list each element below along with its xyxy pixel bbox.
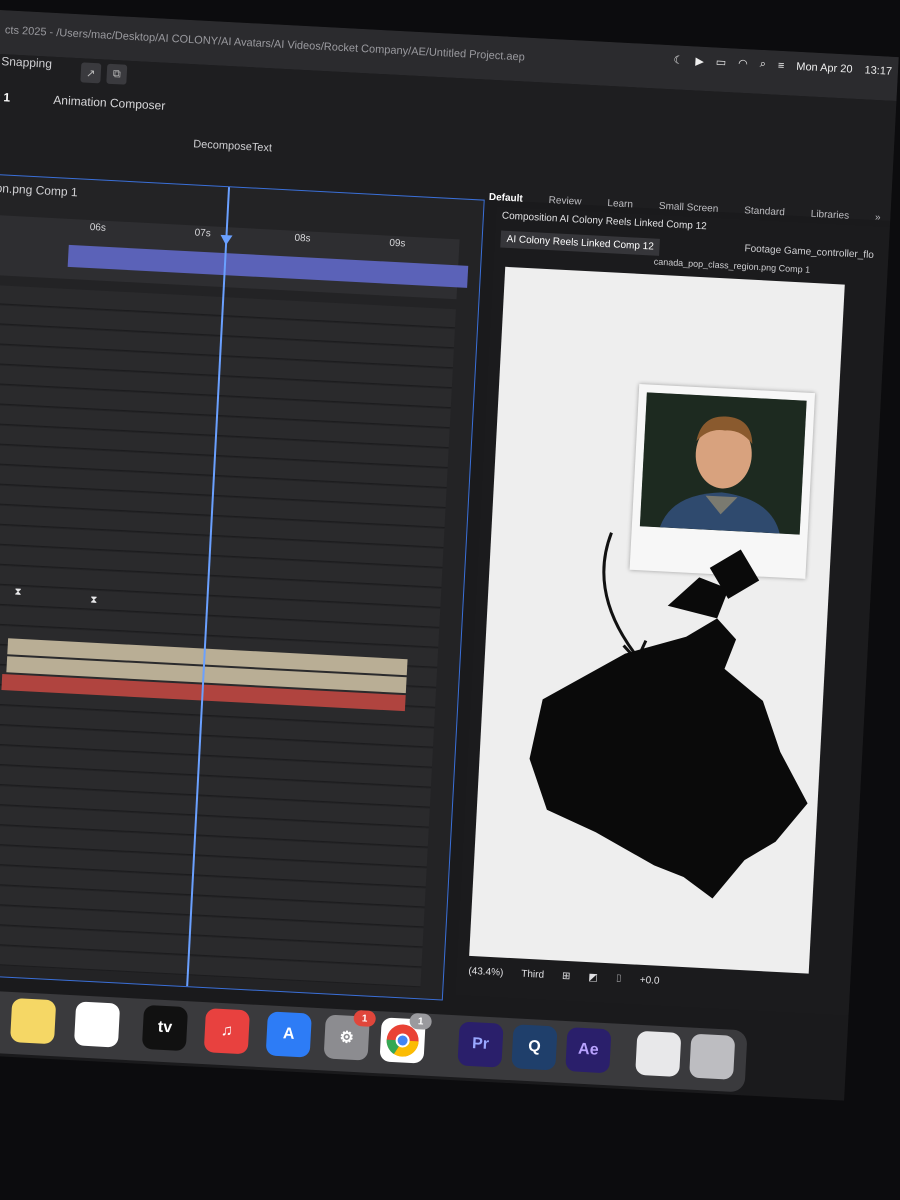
canvas-label: canada_pop_class_region.png Comp 1 — [653, 256, 811, 275]
battery-icon[interactable]: ▭ — [716, 56, 727, 70]
tab-current[interactable]: r 1 — [0, 90, 10, 105]
ruler-tick: 08s — [294, 232, 311, 245]
chevron-right-icon[interactable]: » — [875, 212, 881, 223]
control-center-icon[interactable]: ≡ — [778, 59, 785, 71]
arrow-icon[interactable]: ↗ — [80, 62, 102, 84]
work-area-bar[interactable] — [67, 244, 469, 288]
ruler-tick: 06s — [89, 222, 107, 234]
camera-icon[interactable]: ⌷ — [615, 974, 622, 985]
app-system-settings[interactable]: ⚙ 1 — [323, 1009, 377, 1061]
app-premiere[interactable]: Pr — [457, 1021, 504, 1068]
timeline-panel: on.png Comp 1 06s 07s 08s 09s ⧗ ⧗ — [0, 173, 485, 1001]
workspace-review[interactable]: Review — [548, 195, 581, 208]
notification-badge: 1 — [353, 1009, 377, 1028]
layer-rows: ⧗ ⧗ — [0, 284, 456, 999]
comp-canvas[interactable] — [469, 266, 845, 974]
tab-comp[interactable]: AI Colony Reels Linked Comp 12 — [500, 230, 661, 256]
app-downloads-stack[interactable] — [635, 1030, 682, 1078]
snapping-label[interactable]: Snapping — [1, 54, 52, 71]
exposure-value[interactable]: +0.0 — [639, 975, 659, 987]
trash-icon[interactable] — [689, 1033, 736, 1080]
menubar-date: Mon Apr 20 — [796, 60, 853, 76]
search-icon[interactable]: ⌕ — [759, 58, 767, 71]
zoom-dropdown[interactable]: (43.4%) — [468, 966, 504, 979]
timeline-comp-title[interactable]: on.png Comp 1 — [0, 181, 78, 199]
ruler-tick: 09s — [389, 237, 406, 250]
grid-icon[interactable]: ⊞ — [562, 971, 571, 982]
app-freeform[interactable] — [73, 1001, 121, 1048]
menubar-time: 13:17 — [864, 63, 893, 78]
app-chrome[interactable]: 1 — [379, 1012, 433, 1064]
workspace-default[interactable]: Default — [489, 192, 523, 205]
app-aftereffects[interactable]: Ae — [565, 1027, 612, 1074]
tab-decompose-text[interactable]: DecomposeText — [193, 138, 272, 154]
keyframe-icon[interactable]: ⧗ — [90, 595, 98, 606]
keyframe-icon[interactable]: ⧗ — [14, 587, 22, 598]
viewer-footer: (43.4%) Third ⊞ ◩ ⌷ +0.0 — [468, 966, 660, 987]
wifi-icon[interactable]: ◠ — [738, 57, 748, 70]
workspace-standard[interactable]: Standard — [744, 205, 785, 218]
moon-icon[interactable]: ☾ — [673, 53, 684, 67]
mask-icon[interactable]: ◩ — [588, 972, 598, 983]
notification-badge: 1 — [409, 1012, 433, 1030]
canada-map-illustration — [529, 532, 808, 899]
map-mainland — [529, 618, 808, 899]
app-quicktime[interactable]: Q — [511, 1024, 558, 1071]
frame-icon[interactable]: ⧉ — [106, 63, 128, 85]
ruler-tick: 07s — [194, 227, 211, 240]
resolution-dropdown[interactable]: Third — [521, 969, 544, 981]
tab-animation-composer[interactable]: Animation Composer — [53, 93, 166, 113]
workspace-small-screen[interactable]: Small Screen — [659, 201, 719, 215]
play-icon[interactable]: ▶ — [695, 54, 704, 67]
composition-viewer: Composition AI Colony Reels Linked Comp … — [455, 206, 890, 1016]
time-ruler[interactable]: 06s 07s 08s 09s — [0, 214, 469, 300]
snap-icons: ↗ ⧉ — [80, 62, 128, 85]
arrow-line — [602, 532, 637, 656]
playhead-icon[interactable] — [220, 234, 233, 246]
app-notes[interactable] — [10, 997, 57, 1045]
screen: cts 2025 - /Users/mac/Desktop/AI COLONY/… — [0, 10, 899, 1101]
settings-gear-icon: ⚙ — [339, 1029, 355, 1047]
app-appletv[interactable]: tv — [141, 1004, 189, 1052]
app-appstore[interactable]: A — [265, 1011, 312, 1058]
menu-bar-right: ☾ ▶ ▭ ◠ ⌕ ≡ Mon Apr 20 13:17 — [673, 53, 892, 77]
viewer-panel-title[interactable]: Composition AI Colony Reels Linked Comp … — [502, 211, 707, 233]
tab-footage[interactable]: Footage Game_controller_flo — [744, 243, 874, 261]
workspace-learn[interactable]: Learn — [607, 198, 633, 210]
workspace-libraries[interactable]: Libraries — [810, 209, 849, 222]
app-music[interactable]: ♫ — [203, 1008, 250, 1055]
